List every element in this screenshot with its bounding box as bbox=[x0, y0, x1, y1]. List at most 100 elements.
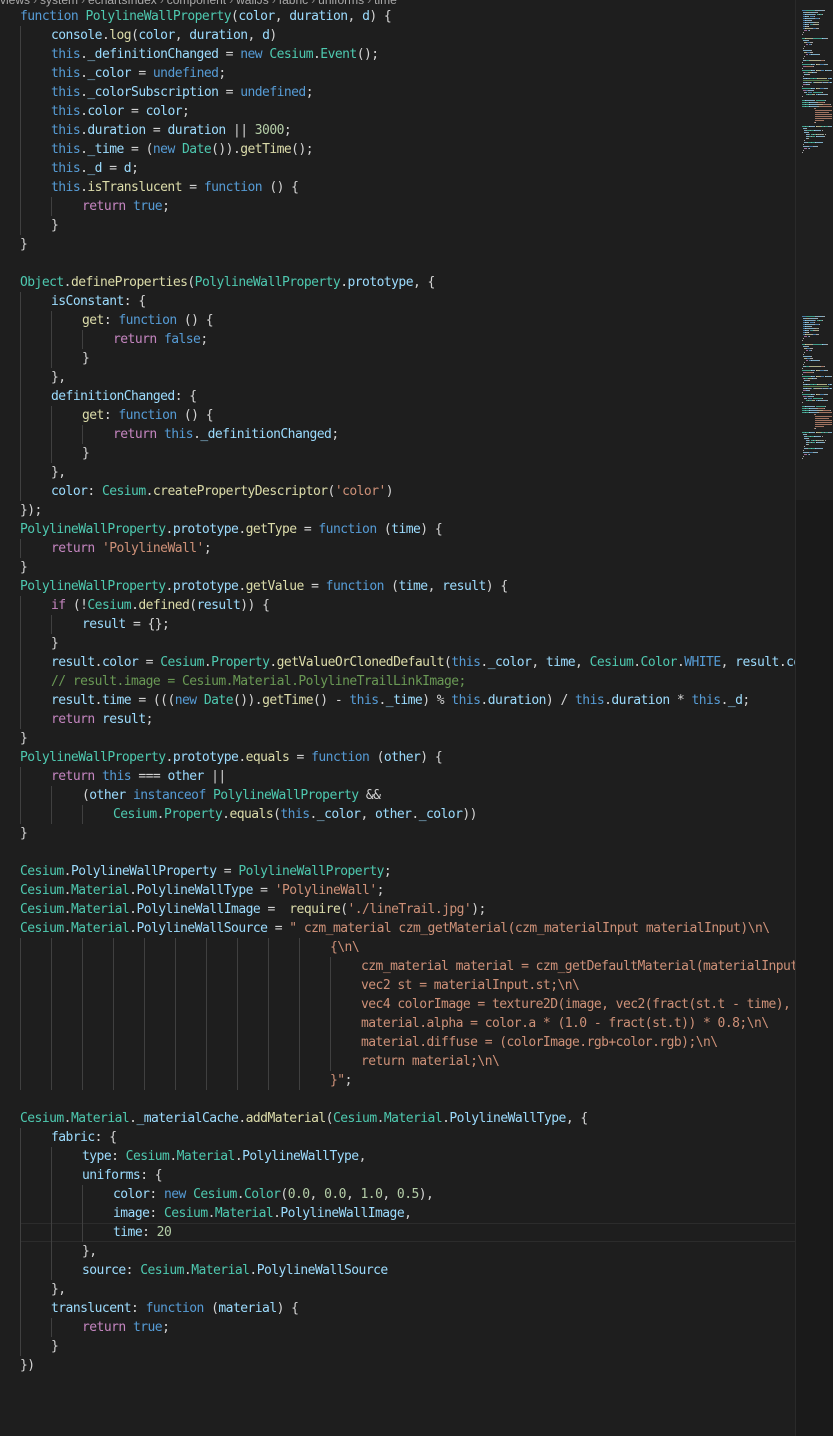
code-line[interactable]: Cesium.Material.PolylineWallImage = requ… bbox=[0, 900, 795, 919]
breadcrumb-item[interactable]: fabric bbox=[279, 0, 308, 7]
code-line[interactable] bbox=[0, 254, 795, 273]
breadcrumb-item[interactable]: system bbox=[40, 0, 78, 7]
code-line[interactable]: source: Cesium.Material.PolylineWallSour… bbox=[0, 1261, 795, 1280]
code-token: if bbox=[51, 598, 66, 613]
code-line[interactable]: }, bbox=[0, 463, 795, 482]
code-line[interactable]: this._colorSubscription = undefined; bbox=[0, 83, 795, 102]
code-line[interactable]: this._d = d; bbox=[0, 159, 795, 178]
code-line[interactable]: Cesium.Material.PolylineWallSource = " c… bbox=[0, 919, 795, 938]
code-line[interactable]: material.alpha = color.a * (1.0 - fract(… bbox=[0, 1014, 795, 1033]
breadcrumb-item[interactable]: uniforms bbox=[318, 0, 364, 7]
code-line[interactable]: return true; bbox=[0, 197, 795, 216]
code-line[interactable]: }"; bbox=[0, 1071, 795, 1090]
code-line[interactable]: } bbox=[0, 634, 795, 653]
code-line[interactable]: {\n\ bbox=[0, 938, 795, 957]
code-line[interactable]: result.color = Cesium.Property.getValueO… bbox=[0, 653, 795, 672]
code-line[interactable]: return true; bbox=[0, 1318, 795, 1337]
code-line[interactable]: definitionChanged: { bbox=[0, 387, 795, 406]
breadcrumb-item[interactable]: component bbox=[167, 0, 226, 7]
code-line[interactable]: } bbox=[0, 824, 795, 843]
code-line[interactable]: } bbox=[0, 1337, 795, 1356]
code-line[interactable]: return material;\n\ bbox=[0, 1052, 795, 1071]
code-line[interactable]: }, bbox=[0, 1280, 795, 1299]
code-line[interactable]: translucent: function (material) { bbox=[0, 1299, 795, 1318]
code-line[interactable]: Cesium.Material._materialCache.addMateri… bbox=[0, 1109, 795, 1128]
code-line[interactable]: image: Cesium.Material.PolylineWallImage… bbox=[0, 1204, 795, 1223]
code-line[interactable]: isConstant: { bbox=[0, 292, 795, 311]
code-line[interactable]: result.time = (((new Date()).getTime() -… bbox=[0, 691, 795, 710]
code-line[interactable]: }, bbox=[0, 368, 795, 387]
code-line[interactable]: } bbox=[0, 444, 795, 463]
code-line[interactable]: function PolylineWallProperty(color, dur… bbox=[0, 7, 795, 26]
breadcrumb-item[interactable]: echartsIndex bbox=[88, 0, 157, 7]
indent-guide bbox=[113, 976, 114, 995]
code-line[interactable]: PolylineWallProperty.prototype.getValue … bbox=[0, 577, 795, 596]
code-line[interactable]: Cesium.Property.equals(this._color, othe… bbox=[0, 805, 795, 824]
minimap-code-stroke bbox=[813, 16, 815, 17]
code-line[interactable] bbox=[0, 1090, 795, 1109]
minimap-code-stroke bbox=[809, 84, 810, 85]
minimap-code-stroke bbox=[818, 106, 832, 107]
code-token: = ((( bbox=[131, 693, 175, 708]
code-line[interactable]: color: Cesium.createPropertyDescriptor('… bbox=[0, 482, 795, 501]
code-line[interactable]: color: new Cesium.Color(0.0, 0.0, 1.0, 0… bbox=[0, 1185, 795, 1204]
code-line[interactable]: this.isTranslucent = function () { bbox=[0, 178, 795, 197]
code-line[interactable]: // result.image = Cesium.Material.Polyli… bbox=[0, 672, 795, 691]
code-line[interactable]: this._definitionChanged = new Cesium.Eve… bbox=[0, 45, 795, 64]
code-line[interactable]: time: 20 bbox=[0, 1223, 795, 1242]
indent-guide bbox=[113, 938, 114, 957]
code-line[interactable]: this._color = undefined; bbox=[0, 64, 795, 83]
indent-guide bbox=[20, 197, 21, 216]
code-line[interactable]: result = {}; bbox=[0, 615, 795, 634]
code-line[interactable] bbox=[0, 843, 795, 862]
code-line[interactable]: return result; bbox=[0, 710, 795, 729]
code-line[interactable]: return this._definitionChanged; bbox=[0, 425, 795, 444]
code-line[interactable]: PolylineWallProperty.prototype.getType =… bbox=[0, 520, 795, 539]
breadcrumb-item[interactable]: time bbox=[374, 0, 397, 7]
code-token: duration bbox=[487, 693, 547, 708]
code-line[interactable]: uniforms: { bbox=[0, 1166, 795, 1185]
code-line[interactable]: PolylineWallProperty.prototype.equals = … bbox=[0, 748, 795, 767]
code-line[interactable]: }); bbox=[0, 501, 795, 520]
code-line[interactable]: this.duration = duration || 3000; bbox=[0, 121, 795, 140]
code-line[interactable]: vec2 st = materialInput.st;\n\ bbox=[0, 976, 795, 995]
breadcrumb-item[interactable]: wallJs bbox=[236, 0, 269, 7]
code-line[interactable]: console.log(color, duration, d) bbox=[0, 26, 795, 45]
minimap[interactable] bbox=[795, 0, 833, 1436]
minimap-slider[interactable] bbox=[796, 0, 833, 500]
code-line[interactable]: }, bbox=[0, 1242, 795, 1261]
code-line[interactable]: (other instanceof PolylineWallProperty &… bbox=[0, 786, 795, 805]
code-line[interactable]: }) bbox=[0, 1356, 795, 1375]
code-token: ; bbox=[218, 66, 226, 81]
indent-guide bbox=[144, 957, 145, 976]
code-line[interactable]: if (!Cesium.defined(result)) { bbox=[0, 596, 795, 615]
code-line[interactable]: Cesium.PolylineWallProperty = PolylineWa… bbox=[0, 862, 795, 881]
code-line[interactable]: Cesium.Material.PolylineWallType = 'Poly… bbox=[0, 881, 795, 900]
breadcrumb[interactable]: views › system › echartsIndex › component › wall… bbox=[0, 0, 795, 7]
code-line[interactable]: Object.defineProperties(PolylineWallProp… bbox=[0, 273, 795, 292]
code-token: Material bbox=[214, 1206, 274, 1221]
code-line[interactable]: } bbox=[0, 349, 795, 368]
code-line[interactable]: } bbox=[0, 235, 795, 254]
code-line[interactable]: this._time = (new Date()).getTime(); bbox=[0, 140, 795, 159]
code-line[interactable]: this.color = color; bbox=[0, 102, 795, 121]
code-token: : { bbox=[174, 389, 197, 404]
code-line[interactable]: get: function () { bbox=[0, 311, 795, 330]
code-line[interactable]: fabric: { bbox=[0, 1128, 795, 1147]
code-line[interactable]: } bbox=[0, 729, 795, 748]
code-line[interactable]: vec4 colorImage = texture2D(image, vec2(… bbox=[0, 995, 795, 1014]
code-line[interactable]: } bbox=[0, 216, 795, 235]
code-line[interactable]: return 'PolylineWall'; bbox=[0, 539, 795, 558]
code-line[interactable]: return this === other || bbox=[0, 767, 795, 786]
breadcrumb-item[interactable]: views bbox=[0, 0, 30, 7]
code-line[interactable]: return false; bbox=[0, 330, 795, 349]
code-line[interactable]: czm_material material = czm_getDefaultMa… bbox=[0, 957, 795, 976]
code-line[interactable]: type: Cesium.Material.PolylineWallType, bbox=[0, 1147, 795, 1166]
code-token: new bbox=[240, 47, 263, 62]
code-line[interactable]: material.diffuse = (colorImage.rgb+color… bbox=[0, 1033, 795, 1052]
code-line[interactable]: get: function () { bbox=[0, 406, 795, 425]
code-line[interactable]: } bbox=[0, 558, 795, 577]
code-editor[interactable]: function PolylineWallProperty(color, dur… bbox=[0, 7, 795, 1436]
